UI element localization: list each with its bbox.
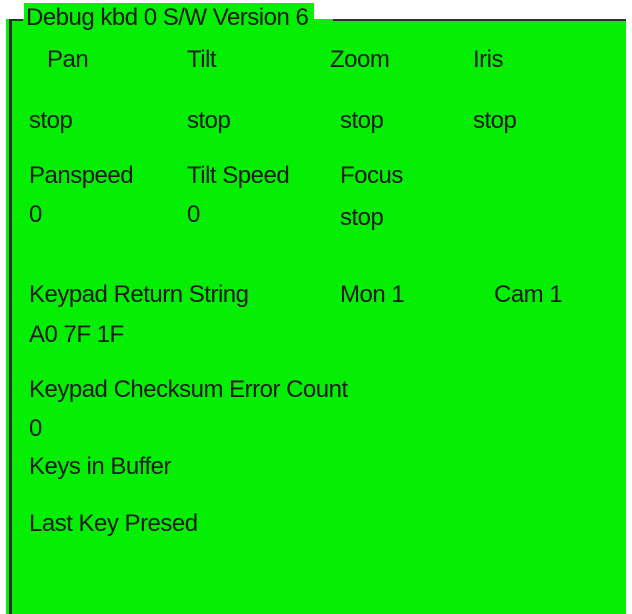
zoom-label: Zoom: [330, 46, 390, 73]
groupbox-frame-top-right: [333, 19, 626, 21]
groupbox-frame-left: [9, 19, 12, 614]
panspeed-label: Panspeed: [29, 162, 134, 189]
focus-label: Focus: [340, 162, 403, 189]
tilt-speed-label: Tilt Speed: [187, 162, 290, 189]
panspeed-value: 0: [29, 201, 42, 228]
tilt-label: Tilt: [187, 46, 217, 73]
focus-value: stop: [340, 204, 384, 231]
pan-value: stop: [29, 107, 73, 134]
iris-value: stop: [473, 107, 517, 134]
tilt-value: stop: [187, 107, 231, 134]
iris-label: Iris: [473, 46, 504, 73]
monitor-label: Mon 1: [340, 281, 405, 308]
last-key-pressed-label: Last Key Presed: [29, 510, 198, 537]
tilt-speed-value: 0: [187, 201, 200, 228]
checksum-error-label: Keypad Checksum Error Count: [29, 376, 348, 403]
groupbox-title: Debug kbd 0 S/W Version 6: [24, 3, 315, 33]
groupbox-frame-top-left: [9, 19, 23, 21]
camera-label: Cam 1: [494, 281, 563, 308]
checksum-error-value: 0: [29, 415, 42, 442]
zoom-value: stop: [340, 107, 384, 134]
keypad-return-value: A0 7F 1F: [29, 321, 124, 348]
keys-in-buffer-label: Keys in Buffer: [29, 453, 171, 480]
pan-label: Pan: [47, 46, 89, 73]
keypad-return-label: Keypad Return String: [29, 281, 249, 308]
